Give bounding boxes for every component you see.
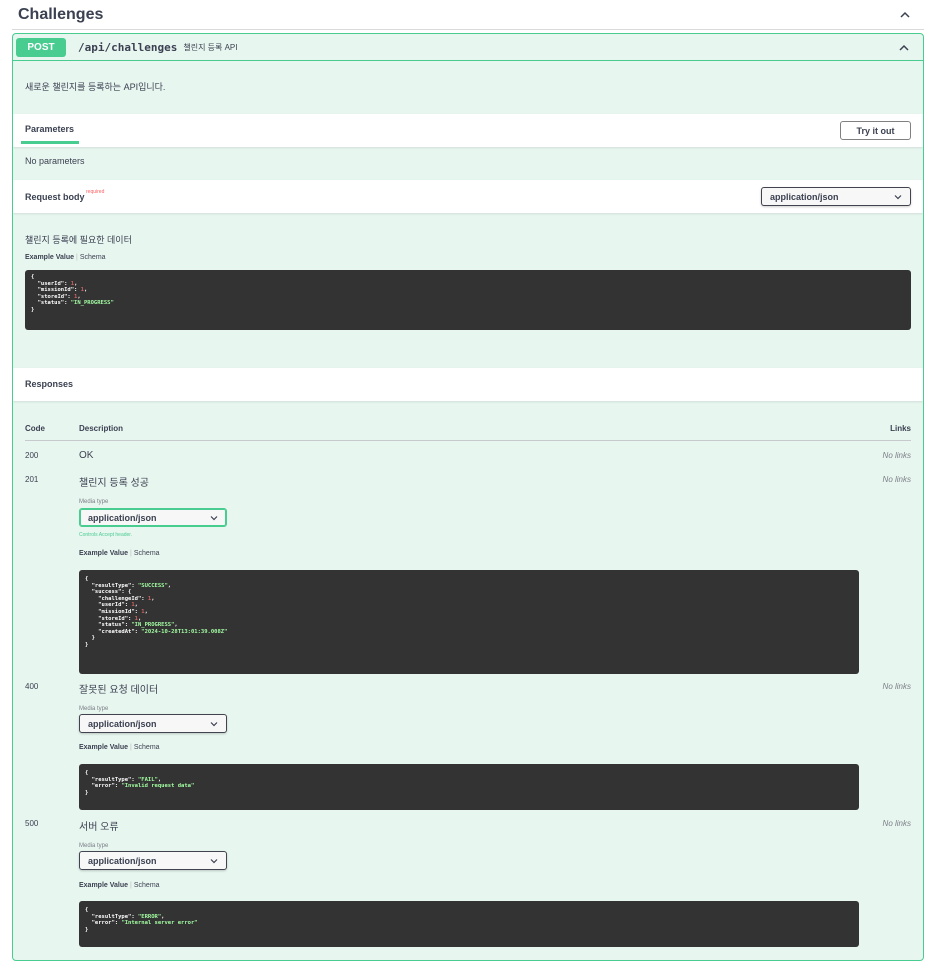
media-type-label: Media type [79,706,109,712]
response-links-400: No links [882,682,911,691]
col-header-links: Links [890,424,911,433]
operation-summary-text: 챌린지 등록 API [183,42,238,52]
operation-post-challenges: POST /api/challenges 챌린지 등록 API 새로운 챌린지를… [12,33,924,961]
media-type-label: Media type [79,499,109,505]
col-header-description: Description [79,424,124,433]
select-value: application/json [770,191,839,202]
tab-schema[interactable]: Schema [80,254,106,261]
response-description-400: 잘못된 요청 데이터 [79,685,159,696]
request-body-label: Request body [25,192,85,202]
required-badge: required [86,189,105,195]
tab-separator: | [130,744,132,751]
no-parameters-text: No parameters [25,156,85,166]
response-code-400: 400 [25,682,39,691]
tab-parameters[interactable]: Parameters [25,124,74,134]
chevron-down-icon [210,721,218,726]
response-500-example-code: { "resultType": "ERROR", "error": "Inter… [79,901,859,947]
response-code-200: 200 [25,451,39,460]
controls-accept-note: Controls Accept header. [79,532,133,538]
response-description-500: 서버 오류 [79,822,119,833]
operation-path: /api/challenges [78,40,178,54]
tab-example-value[interactable]: Example Value [79,882,128,889]
request-body-header: Request body required application/json [13,180,923,213]
tab-separator: | [76,254,78,261]
parameters-header: Parameters Try it out [13,114,923,147]
response-201-media-type-select[interactable]: application/json [79,508,227,527]
response-description-201: 챌린지 등록 성공 [79,478,149,489]
select-value: application/json [88,855,157,866]
tab-example-value[interactable]: Example Value [25,254,74,261]
tab-separator: | [130,882,132,889]
chevron-up-icon[interactable] [897,41,911,55]
request-body-description: 챌린지 등록에 필요한 데이터 [25,235,132,245]
response-400-media-type-select[interactable]: application/json [79,714,227,733]
response-links-201: No links [882,475,911,484]
example-schema-tabs: Example Value | Schema [25,254,106,261]
response-201-example-code: { "resultType": "SUCCESS", "success": { … [79,570,859,674]
request-example-code: { "userId": 1, "missionId": 1, "storeId"… [25,270,911,330]
tag-header-challenges[interactable]: Challenges [12,0,924,30]
tab-underline [21,141,79,144]
select-value: application/json [88,718,157,729]
try-it-out-button[interactable]: Try it out [840,121,911,140]
response-description-200: OK [79,450,94,461]
responses-header: Responses [13,368,923,401]
response-links-200: No links [882,451,911,460]
response-500-media-type-select[interactable]: application/json [79,851,227,870]
media-type-label: Media type [79,843,109,849]
tab-example-value[interactable]: Example Value [79,744,128,751]
tab-separator: | [130,550,132,557]
tab-schema[interactable]: Schema [134,744,160,751]
chevron-down-icon [210,858,218,863]
tab-schema[interactable]: Schema [134,550,160,557]
response-links-500: No links [882,819,911,828]
operation-description: 새로운 챌린지를 등록하는 API입니다. [25,82,166,92]
chevron-down-icon [210,515,218,520]
example-schema-tabs: Example Value | Schema [79,550,160,557]
example-schema-tabs: Example Value | Schema [79,882,160,889]
tab-schema[interactable]: Schema [134,882,160,889]
operation-summary[interactable]: POST /api/challenges 챌린지 등록 API [13,34,923,61]
example-schema-tabs: Example Value | Schema [79,744,160,751]
section-title: Challenges [18,5,104,23]
response-code-201: 201 [25,475,39,484]
col-header-code: Code [25,424,45,433]
tab-example-value[interactable]: Example Value [79,550,128,557]
response-400-example-code: { "resultType": "FAIL", "error": "Invali… [79,764,859,810]
chevron-down-icon [894,194,902,199]
header-divider [25,440,911,441]
responses-label: Responses [25,379,74,389]
chevron-up-icon[interactable] [898,8,912,22]
method-badge: POST [16,37,66,57]
request-content-type-select[interactable]: application/json [761,187,911,206]
response-code-500: 500 [25,819,39,828]
select-value: application/json [88,512,157,523]
